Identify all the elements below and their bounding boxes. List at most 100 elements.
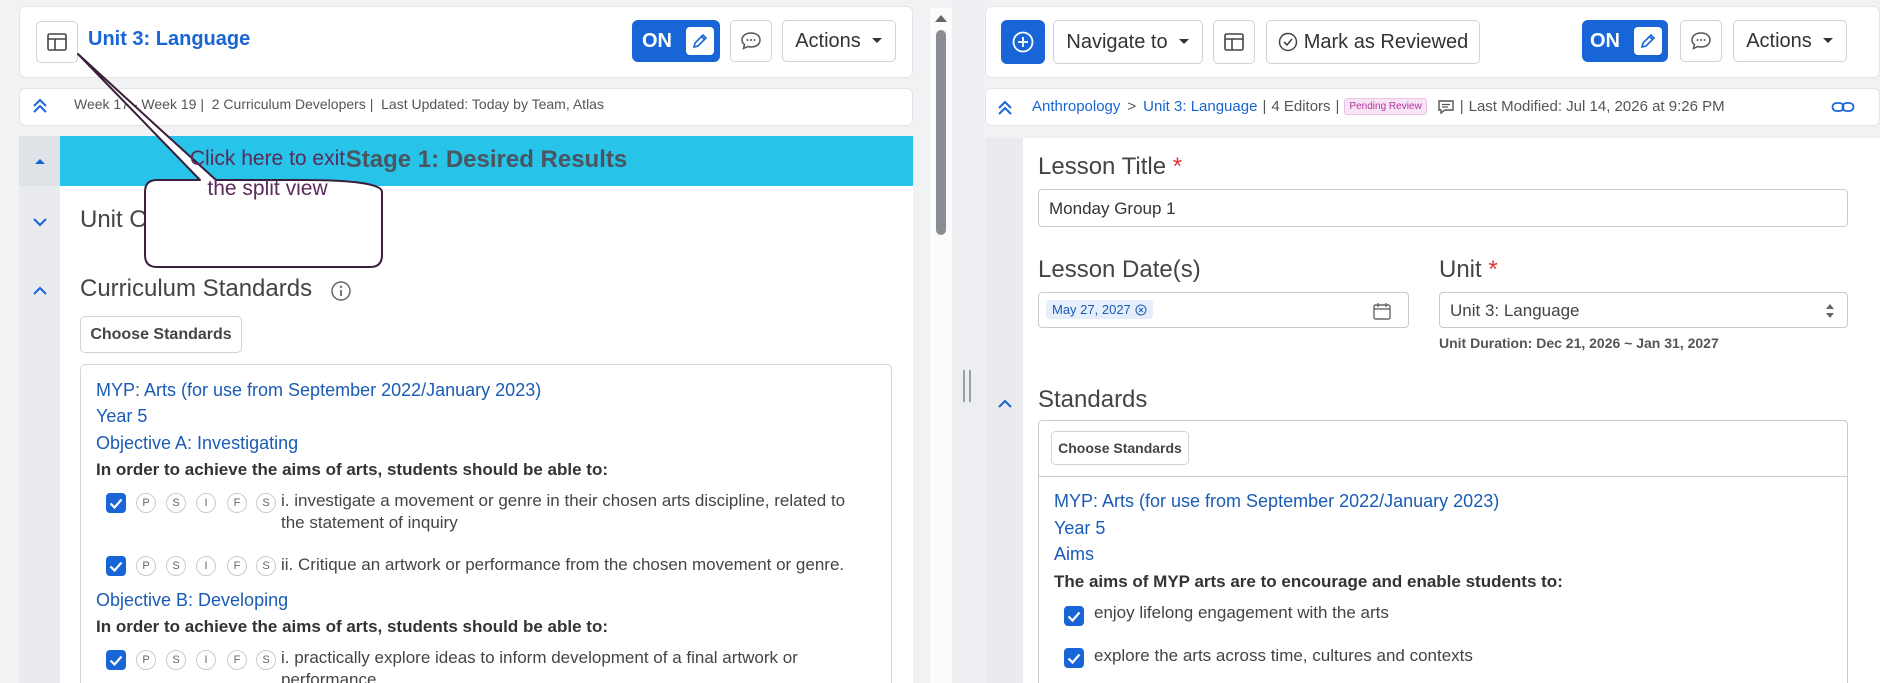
link-icon[interactable] [1831, 98, 1855, 121]
objective-a: Objective A: Investigating [96, 433, 299, 453]
right-edit-toggle-on[interactable]: ON [1582, 20, 1668, 62]
right-standards-divider [1038, 476, 1848, 477]
right-choose-standards-button[interactable]: Choose Standards [1051, 431, 1189, 465]
navigate-to-label: Navigate to [1066, 30, 1168, 53]
standard-checkbox[interactable] [106, 493, 126, 513]
right-on-label: ON [1590, 30, 1620, 52]
status-badge: Pending Review [1344, 98, 1427, 115]
aim-checkbox[interactable] [1064, 606, 1084, 626]
check-circle-icon [1278, 32, 1297, 52]
caret-up-icon [34, 159, 45, 164]
standard-checkbox[interactable] [106, 556, 126, 576]
right-comment-button[interactable] [1680, 20, 1722, 62]
pill-p[interactable]: P [136, 493, 156, 513]
pill-p[interactable]: P [136, 650, 156, 670]
pipe: | [1262, 98, 1267, 115]
left-scrollbar-thumb[interactable] [936, 30, 946, 235]
date-chip-label: May 27, 2027 [1052, 302, 1131, 317]
date-chip[interactable]: May 27, 2027 [1046, 300, 1153, 319]
unit-select-value: Unit 3: Language [1450, 301, 1580, 320]
tooltip-line2: the split view [207, 177, 328, 200]
pill-s2[interactable]: S [256, 493, 276, 513]
chevron-up-icon[interactable] [28, 278, 52, 302]
mark-as-reviewed-label: Mark as Reviewed [1303, 30, 1469, 53]
unit-label: Unit * [1439, 256, 1498, 284]
double-chevron-up-icon[interactable] [993, 96, 1017, 120]
breadcrumb-editors: 4 Editors [1271, 98, 1331, 115]
breadcrumb-subject[interactable]: Anthropology [1032, 98, 1120, 115]
caret-down-icon [871, 38, 882, 43]
pill-s[interactable]: S [166, 650, 186, 670]
standard-checkbox[interactable] [106, 650, 126, 670]
left-unit-title-link[interactable]: Unit 3: Language [88, 28, 250, 51]
unit-duration: Unit Duration: Dec 21, 2026 ~ Jan 31, 20… [1439, 335, 1719, 351]
pill-i[interactable]: I [196, 556, 216, 576]
chat-bubble-icon [1691, 32, 1711, 50]
right-split-view-button[interactable] [1213, 20, 1255, 64]
right-actions-dropdown[interactable]: Actions [1733, 20, 1847, 62]
scroll-up-arrow-icon[interactable] [934, 10, 948, 28]
comment-icon[interactable] [1437, 99, 1455, 115]
aim-checkbox[interactable] [1064, 648, 1084, 668]
item-a2: ii. Critique an artwork or performance f… [281, 555, 845, 574]
chevron-down-icon[interactable] [28, 210, 52, 234]
pill-f[interactable]: F [227, 493, 247, 513]
pill-i[interactable]: I [196, 650, 216, 670]
chat-bubble-icon [741, 32, 761, 50]
calendar-icon[interactable] [1372, 301, 1392, 321]
plus-circle-icon [1012, 31, 1034, 53]
lesson-title-input[interactable]: Monday Group 1 [1038, 189, 1848, 227]
pill-s2[interactable]: S [256, 556, 276, 576]
choose-standards-label: Choose Standards [1058, 440, 1182, 456]
right-framework-title: MYP: Arts (for use from September 2022/J… [1054, 491, 1500, 511]
split-divider-handle[interactable] [952, 0, 984, 683]
left-on-label: ON [642, 30, 672, 52]
unit-select[interactable]: Unit 3: Language [1439, 292, 1848, 328]
required-asterisk: * [1488, 256, 1498, 283]
pill-f[interactable]: F [227, 650, 247, 670]
mark-as-reviewed-button[interactable]: Mark as Reviewed [1266, 20, 1480, 64]
stage-collapse-toggle[interactable] [19, 136, 60, 186]
pill-s[interactable]: S [166, 493, 186, 513]
caret-down-icon [1178, 39, 1189, 44]
right-aims-intro: The aims of MYP arts are to encourage an… [1054, 572, 1563, 591]
standards-heading: Standards [1038, 386, 1148, 413]
item-a1-line1: i. investigate a movement or genre in th… [281, 491, 846, 510]
left-year: Year 5 [96, 406, 148, 426]
pill-i[interactable]: I [196, 493, 216, 513]
right-year: Year 5 [1054, 518, 1106, 538]
left-comment-button[interactable] [730, 20, 772, 62]
navigate-to-dropdown[interactable]: Navigate to [1053, 20, 1203, 64]
aim-2: explore the arts across time, cultures a… [1094, 646, 1473, 665]
remove-chip-icon[interactable] [1135, 304, 1147, 316]
layout-panel-icon [1224, 33, 1244, 51]
left-edit-toggle-on[interactable]: ON [632, 20, 720, 62]
breadcrumb-unit[interactable]: Unit 3: Language [1143, 98, 1257, 115]
pill-s2[interactable]: S [256, 650, 276, 670]
left-framework-title: MYP: Arts (for use from September 2022/J… [96, 380, 542, 400]
caret-down-icon [1822, 38, 1833, 43]
chevron-up-icon[interactable] [993, 391, 1017, 415]
lesson-dates-label: Lesson Date(s) [1038, 256, 1201, 283]
breadcrumb-separator: > [1127, 98, 1137, 115]
pipe: | [1459, 98, 1464, 115]
choose-standards-label: Choose Standards [90, 325, 232, 343]
right-actions-label: Actions [1746, 29, 1812, 52]
pill-p[interactable]: P [136, 556, 156, 576]
tooltip-line1: Click here to exit [189, 147, 346, 170]
add-button[interactable] [1001, 20, 1045, 64]
pipe: | [1335, 98, 1340, 115]
breadcrumb-modified: Last Modified: Jul 14, 2026 at 9:26 PM [1468, 98, 1725, 115]
left-choose-standards-button[interactable]: Choose Standards [80, 316, 242, 353]
aims-a-text: In order to achieve the aims of arts, st… [96, 460, 608, 479]
aims-b-text: In order to achieve the aims of arts, st… [96, 617, 608, 636]
sort-arrows-icon [1826, 304, 1834, 318]
pill-f[interactable]: F [227, 556, 247, 576]
left-actions-dropdown[interactable]: Actions [782, 20, 896, 62]
item-b1-line1: i. practically explore ideas to inform d… [281, 648, 798, 667]
item-b1-line2: performance [281, 670, 377, 683]
double-chevron-up-icon[interactable] [28, 94, 52, 118]
pill-s[interactable]: S [166, 556, 186, 576]
lesson-dates-input[interactable]: May 27, 2027 [1038, 292, 1409, 328]
right-aims: Aims [1054, 544, 1094, 564]
